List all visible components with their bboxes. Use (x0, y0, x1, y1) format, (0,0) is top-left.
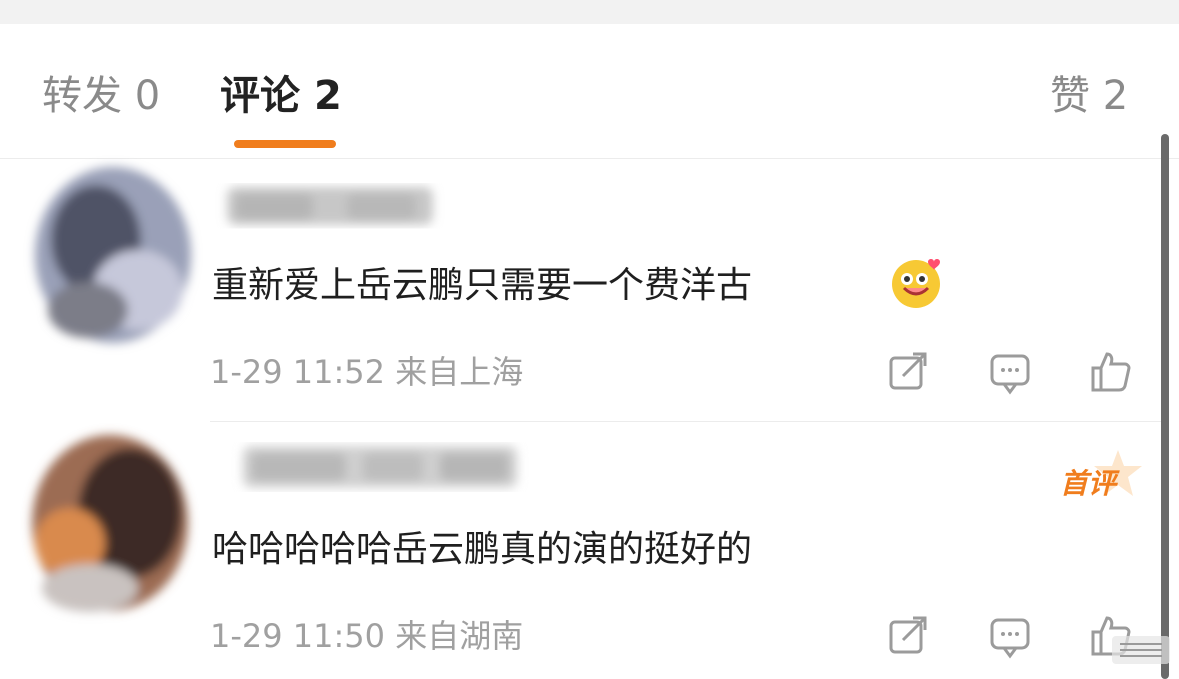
tab-repost-label: 转发 (42, 73, 122, 119)
scrollbar[interactable] (1161, 134, 1169, 679)
comment-divider (210, 421, 1161, 422)
smiling-hearts-emoji (892, 259, 940, 308)
active-tab-indicator (234, 140, 336, 148)
like-icon[interactable] (1085, 348, 1133, 396)
comment-1-location: 来自上海 (395, 353, 524, 391)
tab-likes-count: 2 (1102, 73, 1129, 119)
tab-comments-label: 评论 (220, 73, 300, 119)
comment-2-text: 哈哈哈哈哈岳云鹏真的演的挺好的 (212, 529, 753, 570)
first-comment-badge: 首评 (1060, 467, 1117, 500)
reply-icon[interactable] (986, 612, 1034, 660)
comment-1-text: 重新爱上岳云鹏只需要一个费洋古 (212, 265, 753, 306)
avatar-2[interactable] (10, 418, 200, 628)
comment-2-meta: 1-29 11:50 来自湖南 (210, 616, 523, 656)
tab-comments[interactable]: 评论 2 (220, 72, 342, 120)
reply-icon[interactable] (986, 348, 1034, 396)
comment-2-date: 1-29 (210, 617, 283, 655)
comment-1-time: 11:52 (292, 353, 386, 391)
comment-1-date: 1-29 (210, 353, 283, 391)
comment-2-location: 来自湖南 (395, 617, 524, 655)
share-icon[interactable] (885, 612, 933, 660)
tab-bar: 转发 0 评论 2 赞 2 (0, 24, 1179, 159)
tab-likes[interactable]: 赞 2 (1050, 72, 1128, 120)
comment-2-time: 11:50 (292, 617, 386, 655)
tab-likes-label: 赞 (1050, 73, 1090, 119)
share-icon[interactable] (885, 348, 933, 396)
username-1-redacted[interactable] (200, 175, 460, 235)
tab-repost-count: 0 (134, 73, 161, 119)
avatar-1[interactable] (18, 150, 208, 360)
watermark-icon (1112, 636, 1170, 664)
tab-repost[interactable]: 转发 0 (42, 72, 160, 120)
username-2-redacted[interactable] (210, 436, 550, 496)
comment-1-meta: 1-29 11:52 来自上海 (210, 352, 523, 392)
tab-comments-count: 2 (313, 73, 342, 119)
top-gray-band (0, 0, 1179, 24)
